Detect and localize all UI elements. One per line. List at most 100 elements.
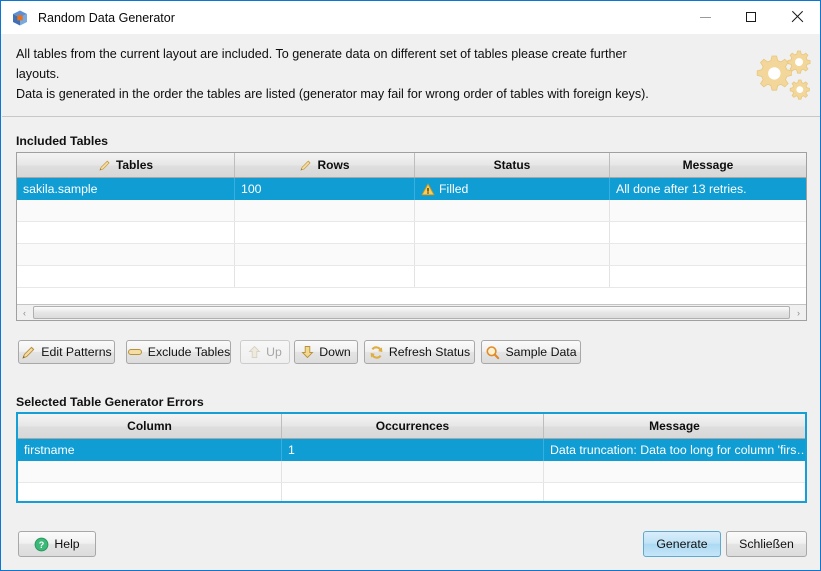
refresh-status-button[interactable]: Refresh Status xyxy=(364,340,475,364)
cell-status: Filled xyxy=(415,178,610,200)
move-up-label: Up xyxy=(266,345,282,359)
cell-tables xyxy=(17,222,235,243)
sample-data-label: Sample Data xyxy=(505,345,577,359)
table-row[interactable] xyxy=(17,222,806,244)
cell-column: firstname xyxy=(18,439,282,461)
scroll-left-icon[interactable]: ‹ xyxy=(17,305,32,320)
description-line-3: Data is generated in the order the table… xyxy=(16,87,649,101)
close-dialog-button[interactable]: Schließen xyxy=(726,531,807,557)
description-line-1: All tables from the current layout are i… xyxy=(16,47,627,61)
sample-data-button[interactable]: Sample Data xyxy=(481,340,581,364)
column-header-rows[interactable]: Rows xyxy=(235,153,415,177)
table-row[interactable]: sakila.sample 100 Filled All done after … xyxy=(17,178,806,200)
cell-rows: 100 xyxy=(235,178,415,200)
cell-status xyxy=(415,244,610,265)
column-header-occurrences-label: Occurrences xyxy=(375,419,450,433)
table-row[interactable] xyxy=(18,483,805,501)
title-bar: Random Data Generator xyxy=(1,1,820,34)
warning-icon xyxy=(421,183,435,196)
scrollbar-thumb[interactable] xyxy=(33,306,790,319)
exclude-tables-label: Exclude Tables xyxy=(147,345,231,359)
column-header-status-label: Status xyxy=(493,158,531,172)
cell-status xyxy=(415,266,610,287)
cell-message xyxy=(610,266,806,287)
table-row[interactable] xyxy=(18,461,805,483)
column-header-message-label: Message xyxy=(682,158,734,172)
cell-tables: sakila.sample xyxy=(17,178,235,200)
refresh-status-label: Refresh Status xyxy=(388,345,471,359)
cell-occurrences xyxy=(282,483,544,501)
maximize-button[interactable] xyxy=(728,1,774,33)
dialog-content: Included Tables Tables Rows Status Messa… xyxy=(2,118,820,570)
help-button[interactable]: ? Help xyxy=(18,531,96,557)
cell-message xyxy=(610,244,806,265)
cell-error-message xyxy=(544,483,805,501)
cell-message: All done after 13 retries. xyxy=(616,182,747,196)
cell-column xyxy=(18,461,282,482)
pencil-icon xyxy=(21,345,36,360)
generate-label: Generate xyxy=(656,537,708,551)
generator-errors-grid[interactable]: Column Occurrences Message firstname 1 D… xyxy=(16,412,807,503)
column-header-error-message[interactable]: Message xyxy=(544,414,805,438)
exclude-tables-button[interactable]: Exclude Tables xyxy=(126,340,231,364)
cell-status-label: Filled xyxy=(439,182,469,196)
table-row[interactable] xyxy=(17,266,806,288)
cell-rows xyxy=(235,244,415,265)
svg-text:?: ? xyxy=(39,540,45,550)
description-line-2: layouts. xyxy=(16,67,60,81)
edit-patterns-label: Edit Patterns xyxy=(41,345,112,359)
scrollbar-track[interactable] xyxy=(33,306,790,319)
gears-icon xyxy=(748,46,814,108)
cell-status xyxy=(415,200,610,221)
cell-tables xyxy=(17,266,235,287)
column-header-column-label: Column xyxy=(127,419,172,433)
column-header-tables-label: Tables xyxy=(115,158,154,172)
column-header-tables[interactable]: Tables xyxy=(17,153,235,177)
close-icon xyxy=(791,11,803,23)
generator-errors-label: Selected Table Generator Errors xyxy=(16,395,204,409)
scroll-right-icon[interactable]: › xyxy=(791,305,806,320)
table-row[interactable]: firstname 1 Data truncation: Data too lo… xyxy=(18,439,805,461)
move-down-label: Down xyxy=(319,345,351,359)
close-button[interactable] xyxy=(774,1,820,33)
cell-error-message xyxy=(544,461,805,482)
help-label: Help xyxy=(54,537,80,551)
cell-tables xyxy=(17,200,235,221)
horizontal-scrollbar[interactable]: ‹ › xyxy=(17,304,806,320)
minimize-icon xyxy=(699,16,711,18)
move-up-button[interactable]: Up xyxy=(240,340,290,364)
cell-occurrences: 1 xyxy=(282,439,544,461)
cell-rows xyxy=(235,266,415,287)
description-header: All tables from the current layout are i… xyxy=(2,34,820,117)
pencil-icon xyxy=(299,159,312,172)
cell-rows xyxy=(235,200,415,221)
column-header-occurrences[interactable]: Occurrences xyxy=(282,414,544,438)
close-dialog-label: Schließen xyxy=(739,537,794,551)
pencil-icon xyxy=(98,159,111,172)
cell-error-message: Data truncation: Data too long for colum… xyxy=(550,443,805,457)
included-tables-grid[interactable]: Tables Rows Status Message sakila.sample… xyxy=(16,152,807,321)
column-header-error-message-label: Message xyxy=(649,419,700,433)
maximize-icon xyxy=(746,12,756,22)
minimize-button[interactable] xyxy=(682,1,728,33)
cell-message xyxy=(610,222,806,243)
table-row[interactable] xyxy=(17,200,806,222)
help-icon: ? xyxy=(34,537,49,552)
generate-button[interactable]: Generate xyxy=(643,531,721,557)
edit-patterns-button[interactable]: Edit Patterns xyxy=(18,340,115,364)
cell-rows xyxy=(235,222,415,243)
refresh-icon xyxy=(369,345,384,360)
column-header-message[interactable]: Message xyxy=(610,153,806,177)
window-title: Random Data Generator xyxy=(38,10,175,25)
table-row[interactable] xyxy=(17,244,806,266)
cell-occurrences xyxy=(282,461,544,482)
move-down-button[interactable]: Down xyxy=(294,340,358,364)
column-header-column[interactable]: Column xyxy=(18,414,282,438)
errors-header-row: Column Occurrences Message xyxy=(18,414,805,439)
arrow-down-icon xyxy=(301,345,314,359)
description-text: All tables from the current layout are i… xyxy=(16,44,736,104)
cell-column xyxy=(18,483,282,501)
included-tables-header-row: Tables Rows Status Message xyxy=(17,153,806,178)
column-header-status[interactable]: Status xyxy=(415,153,610,177)
cell-message xyxy=(610,200,806,221)
